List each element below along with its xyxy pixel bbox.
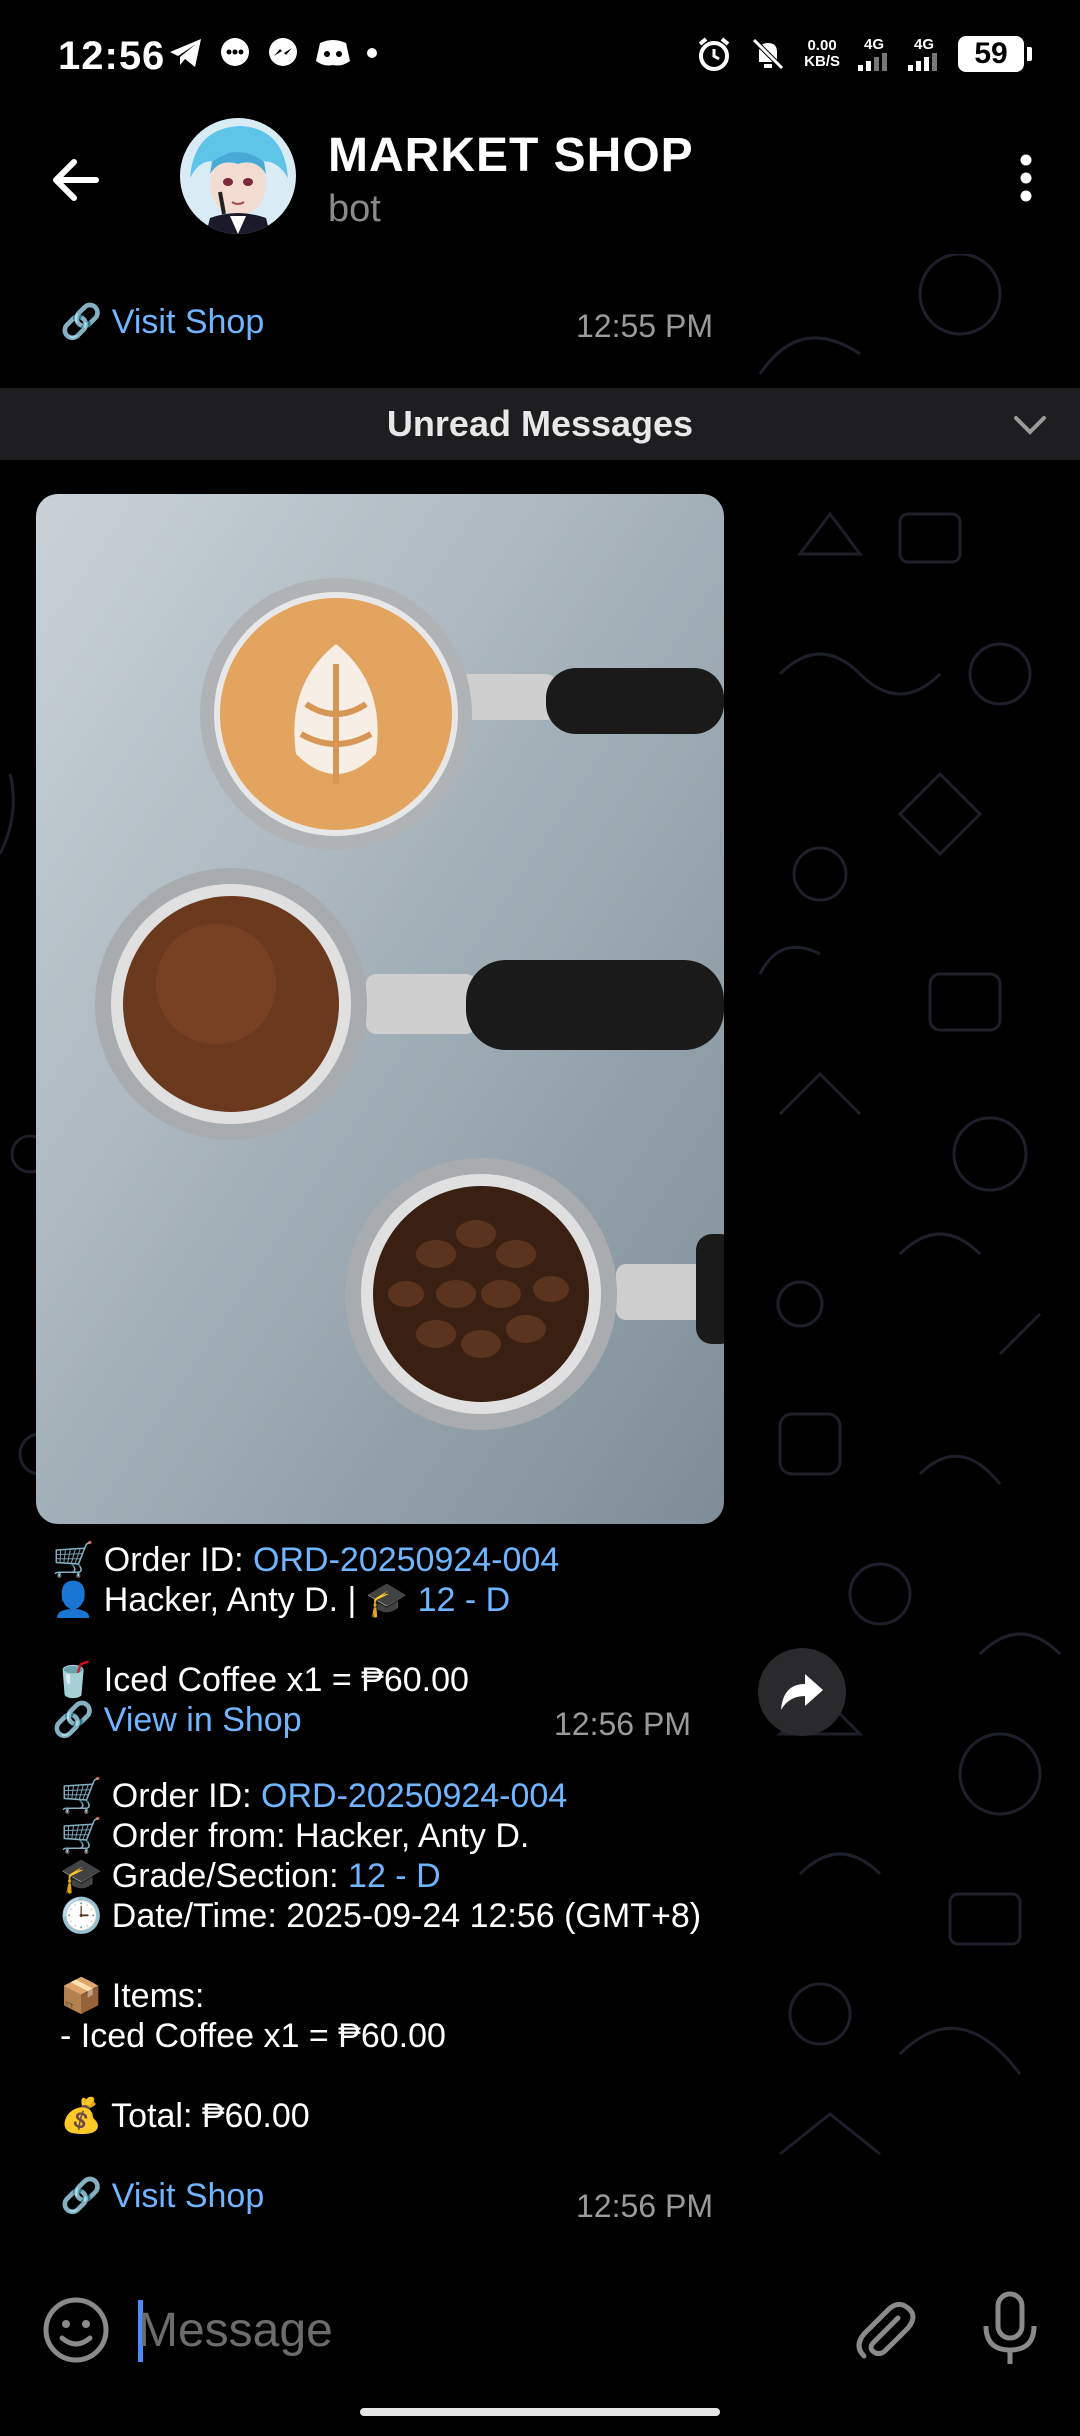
- back-button[interactable]: [44, 148, 108, 212]
- items-label: Items:: [111, 1977, 205, 2015]
- item-text: Iced Coffee x1 = ₱60.00: [103, 1661, 469, 1699]
- smiley-icon: [43, 2297, 109, 2363]
- package-icon: 📦: [60, 1977, 112, 2015]
- sim2-label: 4G: [913, 36, 934, 53]
- system-icons: 0.00 KB/S 4G 4G 59: [696, 36, 1032, 72]
- grad-cap-icon: 🎓: [365, 1581, 418, 1619]
- order-from-text: Order from: Hacker, Anty D.: [111, 1817, 530, 1855]
- chat-header: MARKET SHOP bot: [0, 118, 1080, 254]
- chevron-down-icon[interactable]: [1012, 408, 1048, 440]
- alarm-icon: [698, 37, 730, 71]
- message-input-bar: [0, 2254, 1080, 2404]
- status-bar: 12:56 0.00 KB/S 4G 4G 59: [0, 0, 1080, 118]
- grade-link[interactable]: 12 - D: [348, 1857, 441, 1895]
- network-speed-value: 0.00: [807, 37, 837, 54]
- discord-icon: [316, 40, 350, 66]
- microphone-button[interactable]: [974, 2290, 1046, 2370]
- message-time: 12:56 PM: [576, 2188, 713, 2224]
- chat-area[interactable]: 🔗 Visit Shop 12:55 PM Unread Messages 🛒 …: [0, 254, 1080, 2254]
- more-notifications-icon: [367, 48, 377, 58]
- mute-bell-icon: [752, 38, 784, 70]
- caption-customer-line: 👤 Hacker, Anty D. | 🎓 12 - D: [52, 1580, 712, 1620]
- signal-icon: [858, 53, 887, 71]
- avatar[interactable]: [180, 118, 296, 234]
- forward-arrow-icon: [781, 1674, 823, 1710]
- order-id-line: 🛒 Order ID: ORD-20250924-004: [60, 1776, 740, 1816]
- chat-subtitle: bot: [328, 188, 381, 230]
- caption-item-line: 🥤 Iced Coffee x1 = ₱60.00: [52, 1660, 712, 1700]
- link-icon: 🔗: [60, 2177, 112, 2215]
- message-time: 12:55 PM: [576, 308, 713, 344]
- order-id-link[interactable]: ORD-20250924-004: [261, 1777, 567, 1815]
- order-label: Order ID:: [111, 1777, 262, 1815]
- money-bag-icon: 💰: [60, 2097, 112, 2135]
- cart-icon: 🛒: [52, 1541, 104, 1579]
- datetime-text: Date/Time: 2025-09-24 12:56 (GMT+8): [111, 1897, 702, 1935]
- coffee-image: [36, 494, 724, 1524]
- signal-icon: [908, 53, 937, 71]
- order-details-message: 🛒 Order ID: ORD-20250924-004 🛒 Order fro…: [60, 1776, 740, 2216]
- total-text: Total: ₱60.00: [111, 2097, 310, 2135]
- arrow-left-icon: [53, 159, 99, 201]
- items-label-line: 📦 Items:: [60, 1976, 740, 2016]
- customer-name: Hacker, Anty D. |: [103, 1581, 366, 1619]
- drink-cup-icon: 🥤: [52, 1661, 104, 1699]
- share-button[interactable]: [758, 1648, 846, 1736]
- item-line: - Iced Coffee x1 = ₱60.00: [60, 2017, 446, 2055]
- grad-cap-icon: 🎓: [60, 1857, 112, 1895]
- coffee-photo[interactable]: [36, 494, 724, 1524]
- paperclip-icon: [856, 2302, 916, 2359]
- grade-label: Grade/Section:: [111, 1857, 349, 1895]
- message-time: 12:56 PM: [554, 1706, 691, 1742]
- chat-title[interactable]: MARKET SHOP: [328, 128, 694, 183]
- home-indicator[interactable]: [360, 2408, 720, 2416]
- link-icon: 🔗: [60, 303, 112, 341]
- datetime-line: 🕒 Date/Time: 2025-09-24 12:56 (GMT+8): [60, 1896, 740, 1936]
- battery-indicator: 59: [958, 36, 1032, 72]
- unread-label: Unread Messages: [386, 403, 694, 444]
- message-input[interactable]: [138, 2294, 798, 2366]
- attach-button[interactable]: [848, 2294, 920, 2366]
- caption-order-line: 🛒 Order ID: ORD-20250924-004: [52, 1540, 712, 1580]
- network-speed: 0.00 KB/S: [804, 38, 840, 70]
- total-line: 💰 Total: ₱60.00: [60, 2096, 740, 2136]
- sim2-signal: 4G: [908, 37, 940, 71]
- view-in-shop-link[interactable]: View in Shop: [104, 1701, 302, 1739]
- link-icon: 🔗: [52, 1701, 104, 1739]
- order-label: Order ID:: [103, 1541, 254, 1579]
- unread-messages-banner: Unread Messages: [0, 388, 1080, 460]
- emoji-button[interactable]: [40, 2294, 112, 2366]
- grade-link[interactable]: 12 - D: [418, 1581, 511, 1619]
- notification-icons: [168, 36, 378, 70]
- sim1-label: 4G: [863, 36, 884, 53]
- sim1-signal: 4G: [858, 37, 890, 71]
- visit-shop-line: 🔗 Visit Shop: [60, 302, 264, 342]
- order-id-link[interactable]: ORD-20250924-004: [253, 1541, 559, 1579]
- cart-icon: 🛒: [60, 1817, 112, 1855]
- previous-message: 🔗 Visit Shop 12:55 PM: [36, 254, 724, 364]
- visit-shop-link[interactable]: Visit Shop: [112, 303, 264, 341]
- visit-shop-link[interactable]: Visit Shop: [112, 2177, 264, 2215]
- kebab-menu-icon: [1020, 154, 1032, 202]
- chat-bubble-icon: [221, 38, 249, 66]
- more-options-button[interactable]: [996, 148, 1056, 208]
- avatar-image: [180, 118, 296, 234]
- telegram-icon: [170, 39, 201, 67]
- cart-icon: 🛒: [60, 1777, 112, 1815]
- network-speed-unit: KB/S: [804, 53, 840, 70]
- grade-line: 🎓 Grade/Section: 12 - D: [60, 1856, 740, 1896]
- person-icon: 👤: [52, 1581, 104, 1619]
- status-time: 12:56: [58, 34, 166, 78]
- messenger-icon: [269, 38, 297, 66]
- clock-icon: 🕒: [60, 1897, 112, 1935]
- microphone-icon: [983, 2291, 1037, 2364]
- order-from-line: 🛒 Order from: Hacker, Anty D.: [60, 1816, 740, 1856]
